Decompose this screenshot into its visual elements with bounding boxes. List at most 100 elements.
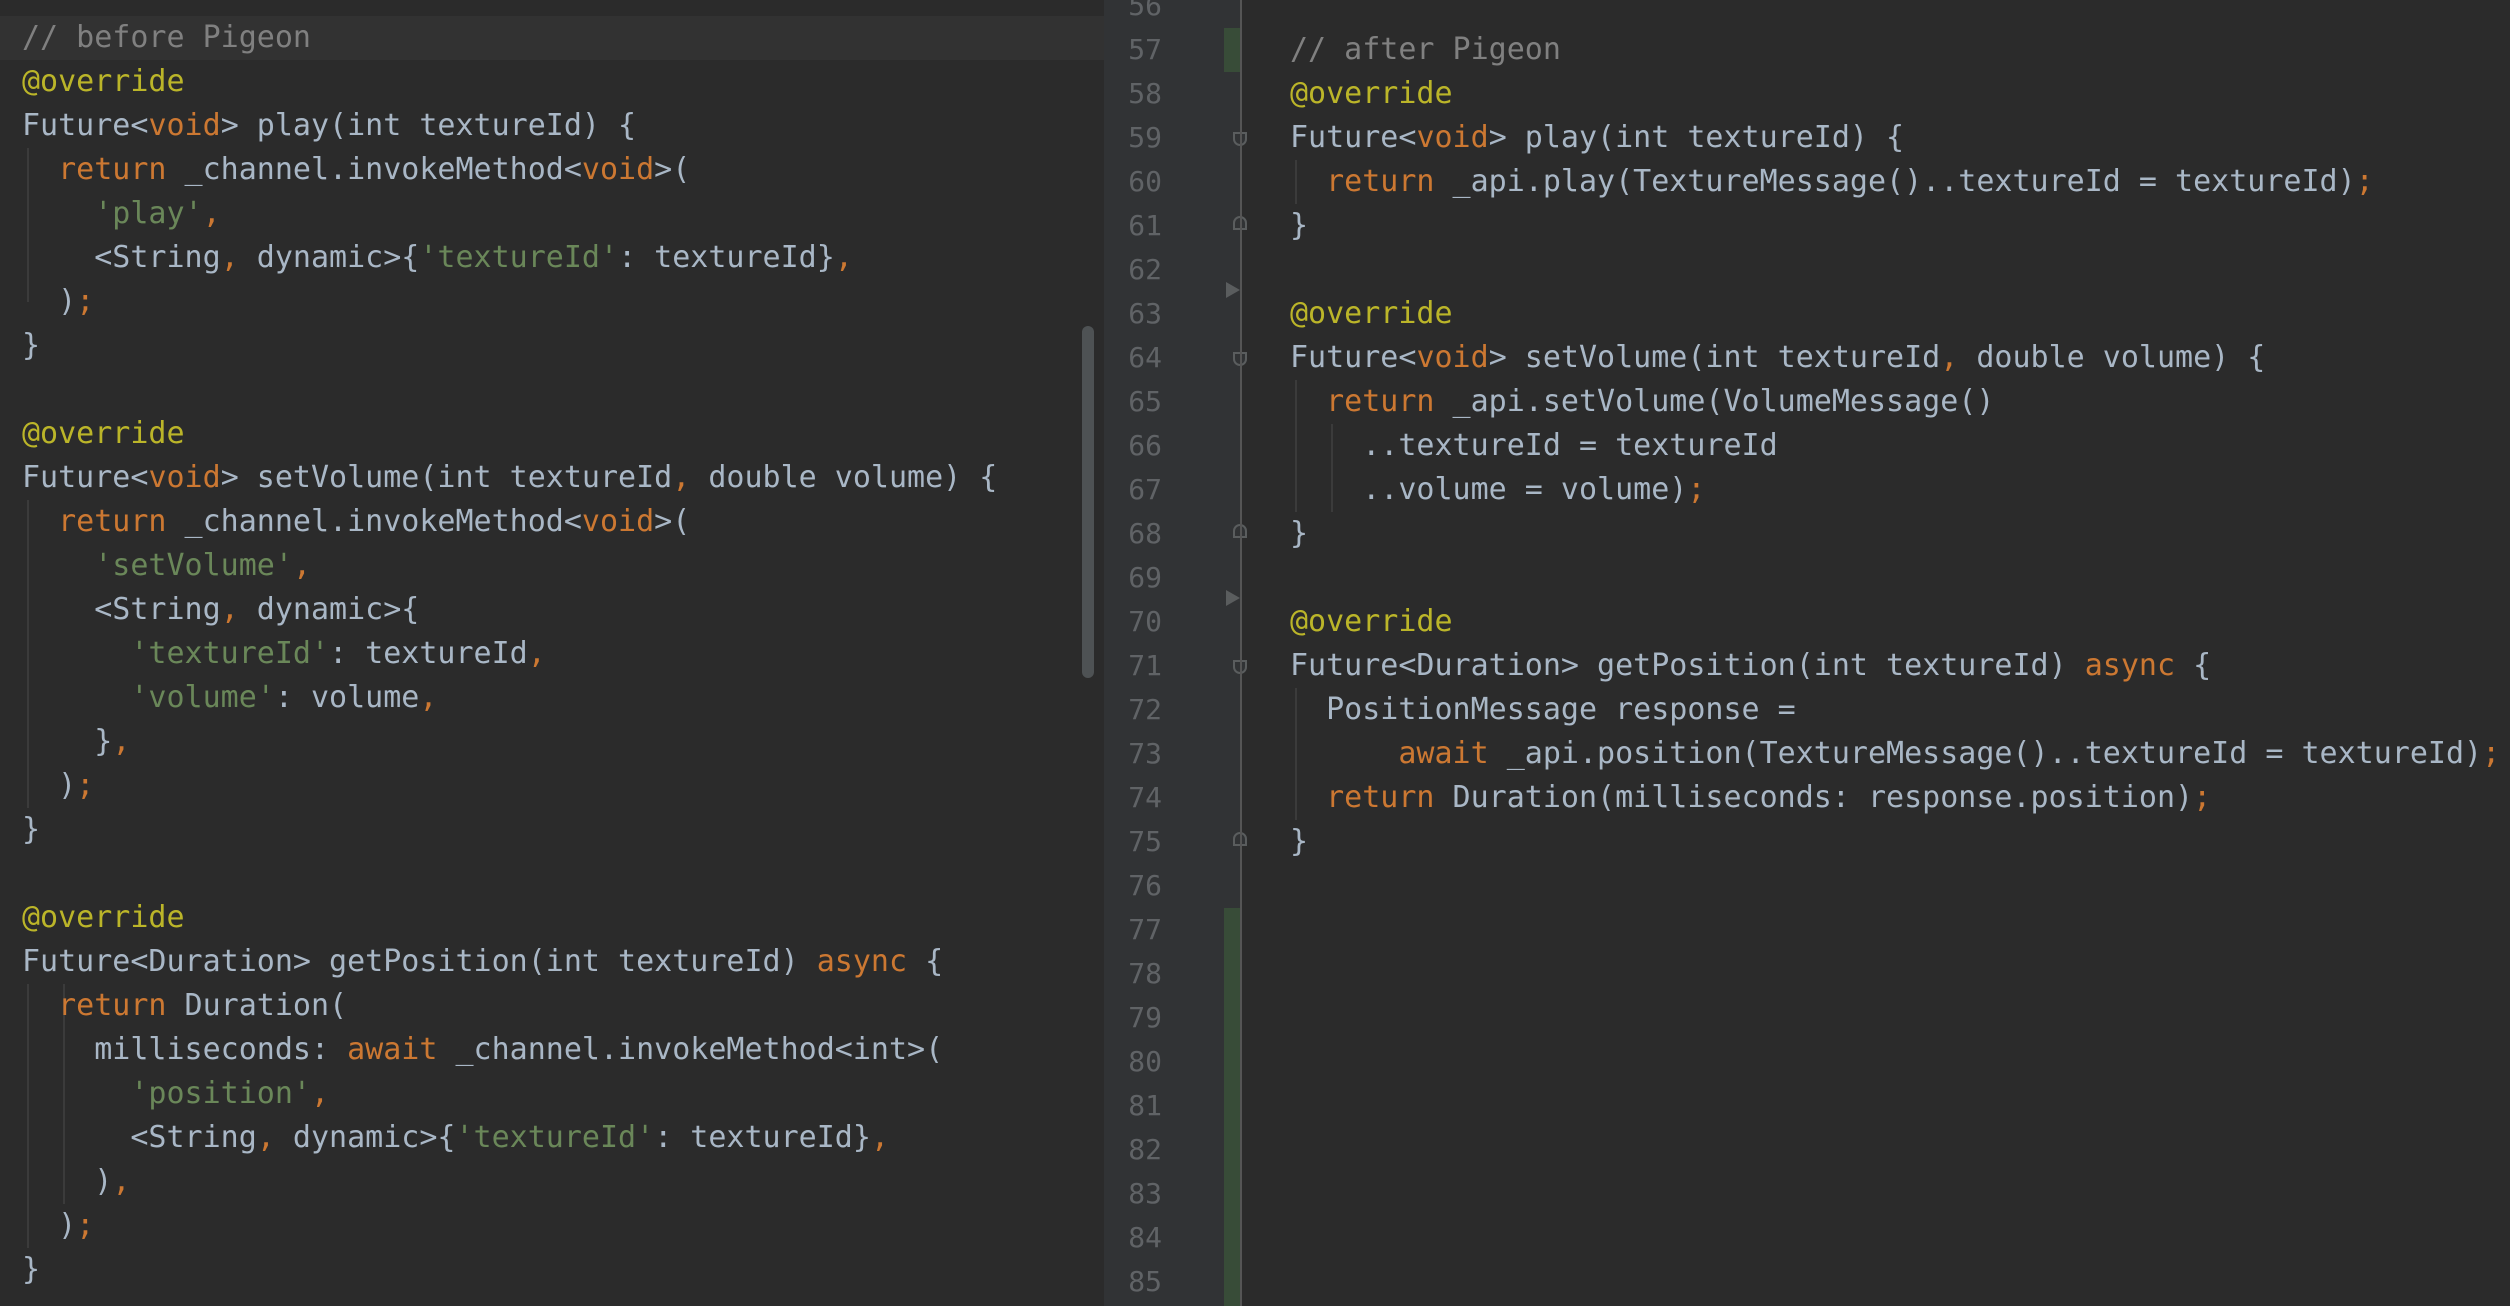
code-token: Duration(milliseconds: response.position… <box>1434 780 2194 815</box>
code-line[interactable]: @override <box>1290 292 2500 336</box>
code-line[interactable]: 'play', <box>22 192 997 236</box>
line-number[interactable]: 56 <box>1104 0 1162 28</box>
vertical-scrollbar[interactable] <box>1082 326 1094 678</box>
code-line[interactable]: <String, dynamic>{ <box>22 588 997 632</box>
line-number[interactable]: 79 <box>1104 996 1162 1040</box>
change-marker[interactable] <box>1224 28 1240 72</box>
line-number[interactable]: 75 <box>1104 820 1162 864</box>
code-line[interactable]: Future<Duration> getPosition(int texture… <box>22 940 997 984</box>
code-line[interactable]: // after Pigeon <box>1290 28 2500 72</box>
line-number[interactable]: 62 <box>1104 248 1162 292</box>
code-line[interactable]: } <box>22 324 997 368</box>
code-line[interactable]: <String, dynamic>{'textureId': textureId… <box>22 236 997 280</box>
code-line[interactable]: Future<void> play(int textureId) { <box>22 104 997 148</box>
line-number[interactable]: 76 <box>1104 864 1162 908</box>
line-number[interactable]: 69 <box>1104 556 1162 600</box>
code-line[interactable]: await _api.position(TextureMessage()..te… <box>1290 732 2500 776</box>
line-number[interactable]: 58 <box>1104 72 1162 116</box>
code-token: // after Pigeon <box>1290 32 1561 67</box>
code-line[interactable]: 'position', <box>22 1072 997 1116</box>
code-line[interactable]: } <box>1290 512 2500 556</box>
code-line[interactable]: }, <box>22 720 997 764</box>
code-line[interactable]: ); <box>22 764 997 808</box>
code-line[interactable]: ..textureId = textureId <box>1290 424 2500 468</box>
code-line[interactable]: ..volume = volume); <box>1290 468 2500 512</box>
code-token: , <box>527 636 546 671</box>
line-number[interactable]: 73 <box>1104 732 1162 776</box>
line-number[interactable]: 57 <box>1104 28 1162 72</box>
line-number[interactable]: 67 <box>1104 468 1162 512</box>
code-line[interactable]: Future<void> setVolume(int textureId, do… <box>22 456 997 500</box>
line-number[interactable]: 63 <box>1104 292 1162 336</box>
fold-collapsed-arrow-icon[interactable] <box>1226 282 1240 298</box>
code-line[interactable]: ); <box>22 1204 997 1248</box>
code-line[interactable]: } <box>1290 204 2500 248</box>
code-line[interactable]: Future<Duration> getPosition(int texture… <box>1290 644 2500 688</box>
code-line[interactable]: @override <box>22 60 997 104</box>
code-line[interactable]: Future<void> play(int textureId) { <box>1290 116 2500 160</box>
line-number[interactable]: 61 <box>1104 204 1162 248</box>
code-line[interactable]: 'textureId': textureId, <box>22 632 997 676</box>
code-line[interactable]: @override <box>1290 600 2500 644</box>
code-line[interactable]: // before Pigeon <box>22 16 997 60</box>
line-number[interactable]: 71 <box>1104 644 1162 688</box>
line-number[interactable]: 70 <box>1104 600 1162 644</box>
line-number[interactable]: 65 <box>1104 380 1162 424</box>
code-line[interactable] <box>22 368 997 412</box>
code-line[interactable]: ), <box>22 1160 997 1204</box>
code-line[interactable] <box>1290 248 2500 292</box>
code-token: milliseconds: <box>22 1032 348 1067</box>
code-token: : textureId} <box>618 240 835 275</box>
code-line[interactable]: PositionMessage response = <box>1290 688 2500 732</box>
line-number[interactable]: 66 <box>1104 424 1162 468</box>
line-number[interactable]: 64 <box>1104 336 1162 380</box>
code-token: 'volume' <box>130 680 275 715</box>
code-line[interactable]: return _api.play(TextureMessage()..textu… <box>1290 160 2500 204</box>
line-number[interactable]: 74 <box>1104 776 1162 820</box>
line-number[interactable]: 78 <box>1104 952 1162 996</box>
code-token: void <box>148 108 221 143</box>
code-line[interactable]: Future<void> setVolume(int textureId, do… <box>1290 336 2500 380</box>
code-line[interactable]: } <box>22 808 997 852</box>
line-number[interactable]: 72 <box>1104 688 1162 732</box>
line-number[interactable]: 68 <box>1104 512 1162 556</box>
code-line[interactable]: @override <box>22 412 997 456</box>
code-line[interactable] <box>1290 556 2500 600</box>
code-token: @override <box>22 416 185 451</box>
code-line[interactable]: 'setVolume', <box>22 544 997 588</box>
code-line[interactable]: @override <box>1290 72 2500 116</box>
change-marker[interactable] <box>1224 908 1240 1306</box>
code-line[interactable]: return _channel.invokeMethod<void>( <box>22 148 997 192</box>
code-token: void <box>581 152 655 187</box>
code-token: , <box>834 240 853 275</box>
code-line[interactable]: return _channel.invokeMethod<void>( <box>22 500 997 544</box>
line-number[interactable]: 84 <box>1104 1216 1162 1260</box>
fold-collapsed-arrow-icon[interactable] <box>1226 590 1240 606</box>
code-line[interactable]: return _api.setVolume(VolumeMessage() <box>1290 380 2500 424</box>
code-line[interactable]: ); <box>22 280 997 324</box>
code-line[interactable]: milliseconds: await _channel.invokeMetho… <box>22 1028 997 1072</box>
code-token: > play(int textureId) { <box>220 108 637 143</box>
code-line[interactable]: } <box>22 1248 997 1292</box>
code-line[interactable]: return Duration(milliseconds: response.p… <box>1290 776 2500 820</box>
line-number[interactable]: 60 <box>1104 160 1162 204</box>
code-line[interactable] <box>22 852 997 896</box>
code-line[interactable]: 'volume': volume, <box>22 676 997 720</box>
line-number[interactable]: 83 <box>1104 1172 1162 1216</box>
line-number[interactable]: 59 <box>1104 116 1162 160</box>
code-line[interactable]: @override <box>22 896 997 940</box>
code-line[interactable]: return Duration( <box>22 984 997 1028</box>
line-number[interactable]: 77 <box>1104 908 1162 952</box>
code-token: : textureId <box>329 636 528 671</box>
line-number[interactable]: 80 <box>1104 1040 1162 1084</box>
code-line[interactable]: <String, dynamic>{'textureId': textureId… <box>22 1116 997 1160</box>
code-token: return <box>1326 384 1435 419</box>
line-number[interactable]: 85 <box>1104 1260 1162 1304</box>
line-number[interactable]: 82 <box>1104 1128 1162 1172</box>
line-number[interactable]: 81 <box>1104 1084 1162 1128</box>
code-line[interactable]: } <box>1290 820 2500 864</box>
left-code-pane[interactable]: // before Pigeon @override Future<void> pl… <box>0 0 1104 1306</box>
